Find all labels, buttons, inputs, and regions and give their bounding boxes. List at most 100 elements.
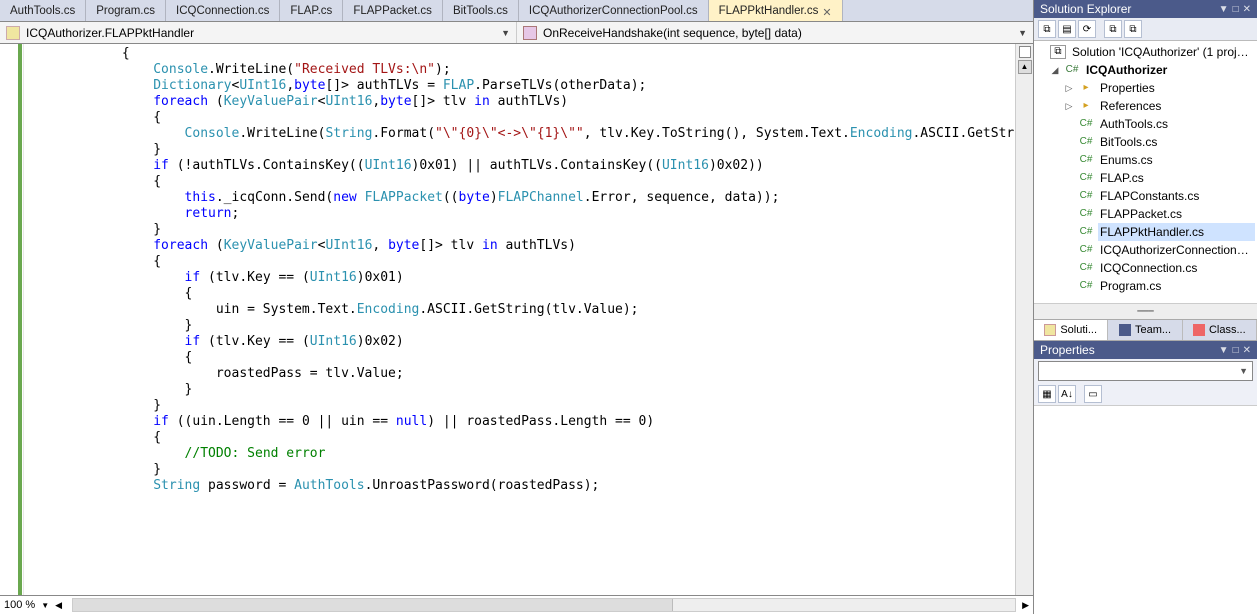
code-line[interactable]: if ((uin.Length == 0 || uin == null) || … — [24, 414, 1015, 430]
code-line[interactable]: //TODO: Send error — [24, 446, 1015, 462]
nav-member-dropdown[interactable]: OnReceiveHandshake(int sequence, byte[] … — [517, 22, 1033, 43]
view-designer-button[interactable]: ⧉ — [1124, 20, 1142, 38]
zoom-level[interactable]: 100 % — [4, 599, 35, 611]
code-line[interactable]: { — [24, 286, 1015, 302]
tree-node[interactable]: C#ICQAuthorizerConnectionPool.cs — [1036, 241, 1255, 259]
tree-label: BitTools.cs — [1098, 133, 1255, 151]
tree-horizontal-scrollbar[interactable]: ━━━ — [1034, 303, 1257, 319]
tree-node[interactable]: C#AuthTools.cs — [1036, 115, 1255, 133]
code-editor[interactable]: { Console.WriteLine("Received TLVs:\n");… — [0, 44, 1033, 595]
tree-node[interactable]: C#FLAPPacket.cs — [1036, 205, 1255, 223]
properties-pages-button[interactable]: ▭ — [1084, 385, 1102, 403]
refresh-button[interactable]: ⟳ — [1078, 20, 1096, 38]
document-tab[interactable]: AuthTools.cs — [0, 0, 86, 21]
tree-node[interactable]: ▷▸References — [1036, 97, 1255, 115]
document-tab[interactable]: ICQConnection.cs — [166, 0, 280, 21]
scroll-up-icon[interactable]: ▲ — [1018, 60, 1032, 74]
horizontal-scrollbar[interactable] — [72, 598, 1016, 612]
code-line[interactable]: if (tlv.Key == (UInt16)0x01) — [24, 270, 1015, 286]
code-line[interactable]: } — [24, 382, 1015, 398]
nav-class-dropdown[interactable]: ICQAuthorizer.FLAPPktHandler ▼ — [0, 22, 517, 43]
panel-tab[interactable]: Team... — [1108, 320, 1182, 340]
solution-explorer-header[interactable]: Solution Explorer ▼ □ ✕ — [1034, 0, 1257, 18]
tree-node[interactable]: C#Program.cs — [1036, 277, 1255, 295]
document-tab[interactable]: ICQAuthorizerConnectionPool.cs — [519, 0, 709, 21]
pin-icon[interactable]: □ — [1233, 4, 1239, 15]
code-line[interactable]: { — [24, 174, 1015, 190]
expand-icon[interactable]: ▷ — [1064, 79, 1074, 97]
scrollbar-thumb[interactable] — [73, 599, 673, 611]
alphabetical-button[interactable]: A↓ — [1058, 385, 1076, 403]
tree-node[interactable]: C#ICQConnection.cs — [1036, 259, 1255, 277]
tree-node[interactable]: C#FLAPPktHandler.cs — [1036, 223, 1255, 241]
properties-object-dropdown[interactable]: ▼ — [1038, 361, 1253, 381]
panel-tab-label: Team... — [1135, 324, 1171, 336]
code-line[interactable]: if (!authTLVs.ContainsKey((UInt16)0x01) … — [24, 158, 1015, 174]
tree-node[interactable]: C#BitTools.cs — [1036, 133, 1255, 151]
panel-title: Solution Explorer — [1040, 2, 1215, 16]
code-line[interactable]: Console.WriteLine("Received TLVs:\n"); — [24, 62, 1015, 78]
nav-bar: ICQAuthorizer.FLAPPktHandler ▼ OnReceive… — [0, 22, 1033, 44]
chevron-down-icon[interactable]: ▼ — [41, 601, 49, 610]
close-icon[interactable]: ✕ — [822, 6, 831, 19]
code-line[interactable]: } — [24, 398, 1015, 414]
code-line[interactable]: foreach (KeyValuePair<UInt16,byte[]> tlv… — [24, 94, 1015, 110]
scroll-right-icon[interactable]: ▶ — [1022, 600, 1029, 611]
code-line[interactable]: uin = System.Text.Encoding.ASCII.GetStri… — [24, 302, 1015, 318]
panel-tab[interactable]: Soluti... — [1034, 320, 1108, 340]
window-position-icon[interactable]: ▼ — [1219, 345, 1229, 356]
code-line[interactable]: { — [24, 350, 1015, 366]
code-line[interactable]: Dictionary<UInt16,byte[]> authTLVs = FLA… — [24, 78, 1015, 94]
code-line[interactable]: roastedPass = tlv.Value; — [24, 366, 1015, 382]
expand-icon[interactable]: ◢ — [1050, 61, 1060, 79]
tab-label: ICQAuthorizerConnectionPool.cs — [529, 5, 698, 17]
document-tab[interactable]: FLAPPacket.cs — [343, 0, 443, 21]
window-position-icon[interactable]: ▼ — [1219, 4, 1229, 15]
code-line[interactable]: this._icqConn.Send(new FLAPPacket((byte)… — [24, 190, 1015, 206]
code-line[interactable]: String password = AuthTools.UnroastPassw… — [24, 478, 1015, 494]
vertical-scrollbar[interactable]: ▲ — [1015, 44, 1033, 595]
document-tab[interactable]: BitTools.cs — [443, 0, 519, 21]
panel-tab[interactable]: Class... — [1183, 320, 1257, 340]
properties-header[interactable]: Properties ▼ □ ✕ — [1034, 341, 1257, 359]
code-line[interactable]: { — [24, 254, 1015, 270]
tree-node[interactable]: ▷▸Properties — [1036, 79, 1255, 97]
split-box[interactable] — [1019, 46, 1031, 58]
code-line[interactable]: foreach (KeyValuePair<UInt16, byte[]> tl… — [24, 238, 1015, 254]
code-line[interactable]: { — [24, 110, 1015, 126]
tree-node[interactable]: C#Enums.cs — [1036, 151, 1255, 169]
chevron-down-icon: ▼ — [1018, 28, 1027, 38]
code-line[interactable]: } — [24, 318, 1015, 334]
properties-grid[interactable] — [1034, 405, 1257, 614]
scroll-left-icon[interactable]: ◀ — [55, 600, 62, 611]
pin-icon[interactable]: □ — [1233, 345, 1239, 356]
code-line[interactable]: return; — [24, 206, 1015, 222]
code-line[interactable]: } — [24, 222, 1015, 238]
code-line[interactable]: if (tlv.Key == (UInt16)0x02) — [24, 334, 1015, 350]
properties-button[interactable]: ⧉ — [1038, 20, 1056, 38]
code-line[interactable]: Console.WriteLine(String.Format("\"{0}\"… — [24, 126, 1015, 142]
code-line[interactable]: } — [24, 462, 1015, 478]
expand-icon[interactable]: ▷ — [1064, 97, 1074, 115]
solution-tree[interactable]: ⧉Solution 'ICQAuthorizer' (1 project)◢ C#… — [1034, 41, 1257, 303]
fold-icon: ▸ — [1078, 81, 1094, 95]
tree-label: References — [1098, 97, 1255, 115]
tree-node[interactable]: ⧉Solution 'ICQAuthorizer' (1 project) — [1036, 43, 1255, 61]
code-line[interactable]: } — [24, 142, 1015, 158]
tree-node[interactable]: ◢C#ICQAuthorizer — [1036, 61, 1255, 79]
code-line[interactable]: { — [24, 46, 1015, 62]
document-tab[interactable]: Program.cs — [86, 0, 166, 21]
tree-label: Program.cs — [1098, 277, 1255, 295]
tree-node[interactable]: C#FLAPConstants.cs — [1036, 187, 1255, 205]
show-all-button[interactable]: ▤ — [1058, 20, 1076, 38]
close-icon[interactable]: ✕ — [1243, 4, 1251, 15]
close-icon[interactable]: ✕ — [1243, 345, 1251, 356]
code-content[interactable]: { Console.WriteLine("Received TLVs:\n");… — [24, 44, 1015, 595]
proj-icon: C# — [1064, 63, 1080, 77]
categorized-button[interactable]: ▦ — [1038, 385, 1056, 403]
document-tab[interactable]: FLAP.cs — [280, 0, 343, 21]
code-line[interactable]: { — [24, 430, 1015, 446]
document-tab[interactable]: FLAPPktHandler.cs✕ — [709, 0, 843, 21]
tree-node[interactable]: C#FLAP.cs — [1036, 169, 1255, 187]
view-code-button[interactable]: ⧉ — [1104, 20, 1122, 38]
